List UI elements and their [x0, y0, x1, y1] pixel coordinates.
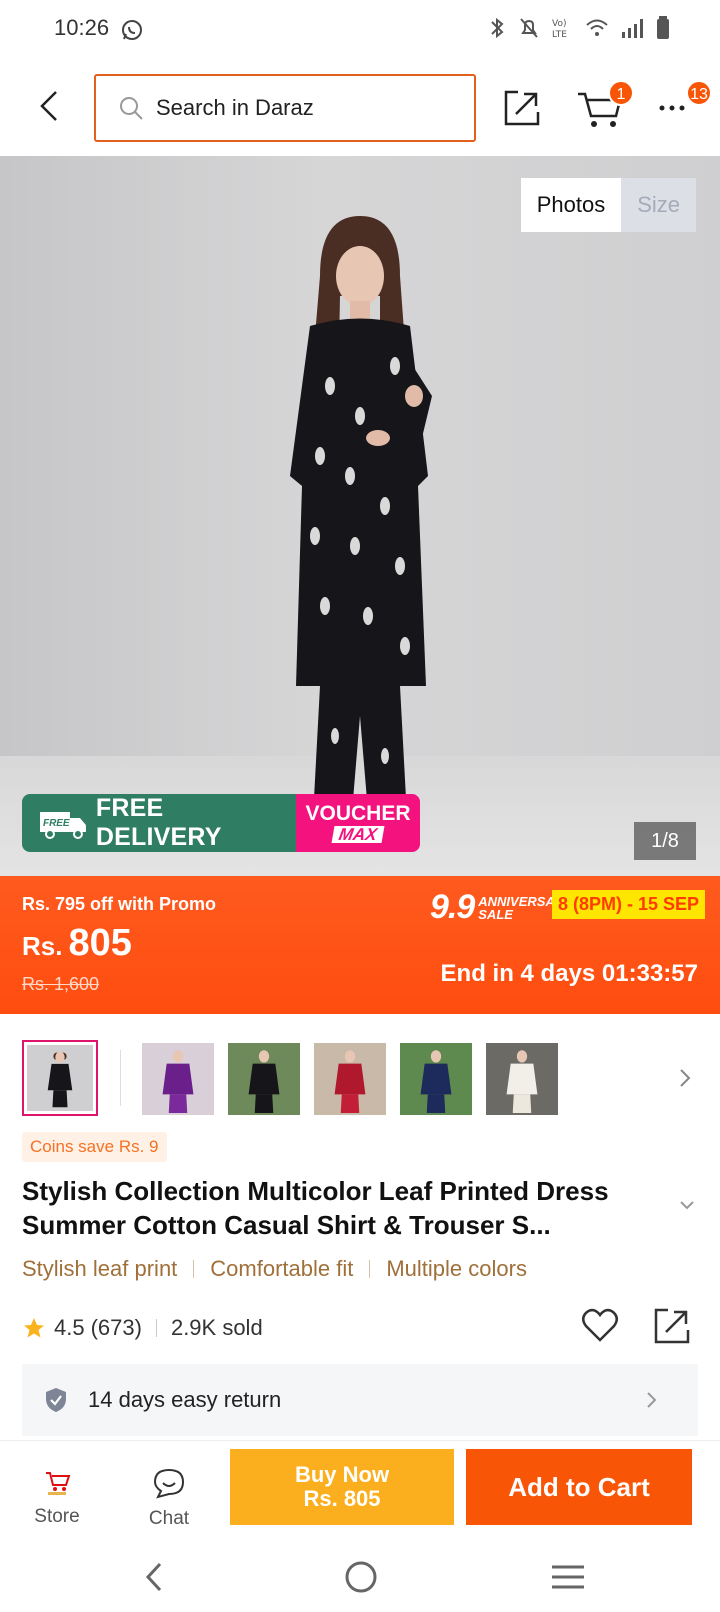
signal-icon	[622, 19, 643, 38]
thumbnail-image	[400, 1043, 472, 1115]
thumbnail-2[interactable]	[142, 1043, 214, 1115]
tab-photos[interactable]: Photos	[520, 178, 622, 232]
svg-text:Vo): Vo)	[552, 19, 566, 29]
chat-button[interactable]: Chat	[134, 1467, 204, 1530]
thumbnail-image	[314, 1043, 386, 1115]
thumbnail-3[interactable]	[228, 1043, 300, 1115]
promo-discount-text: Rs. 795 off with Promo	[22, 894, 217, 914]
promo-price-band: Rs. 795 off with Promo Rs. 805 Rs. 1,600 …	[0, 876, 720, 1014]
thumbnail-divider	[120, 1050, 121, 1106]
share-icon[interactable]	[652, 1306, 692, 1346]
thumbnail-5[interactable]	[400, 1043, 472, 1115]
whatsapp-icon	[122, 20, 142, 40]
rating-value: 4.5	[54, 1315, 85, 1340]
store-label: Store	[34, 1506, 80, 1527]
mute-icon	[520, 18, 538, 38]
product-model-image	[290, 216, 432, 849]
campaign-label: ANNIVERSARY SALE	[478, 893, 573, 922]
nav-recents-icon[interactable]	[550, 1562, 586, 1592]
top-bar: Search in Daraz 1 13	[0, 66, 720, 150]
thumbnail-image	[27, 1045, 93, 1111]
tag-item: Stylish leaf print	[22, 1256, 178, 1281]
bottom-action-bar: Store Chat Buy Now Rs. 805 Add to Cart	[0, 1440, 720, 1540]
free-delivery-text: FREE DELIVERY	[95, 794, 222, 851]
wifi-icon	[586, 19, 608, 36]
buy-now-button[interactable]: Buy Now Rs. 805	[230, 1449, 454, 1525]
voucher-bottom-text: MAX	[331, 825, 385, 844]
chat-icon	[153, 1468, 185, 1499]
battery-icon	[657, 16, 669, 39]
thumbnail-image	[142, 1043, 214, 1115]
search-input[interactable]: Search in Daraz	[94, 74, 476, 142]
free-delivery-banner: FREE FREE DELIVERY VOUCHER MAX	[22, 794, 420, 852]
add-to-cart-button[interactable]: Add to Cart	[466, 1449, 692, 1525]
system-nav-bar	[0, 1540, 720, 1612]
coins-badge: Coins save Rs. 9	[22, 1132, 167, 1162]
price-value: 805	[68, 922, 132, 964]
review-count: (673)	[90, 1315, 142, 1340]
free-badge-text: FREE	[43, 818, 70, 829]
campaign-logo: 9.9 ANNIVERSARY SALE	[430, 888, 573, 927]
nav-back-icon[interactable]	[140, 1560, 168, 1594]
cart-count-badge: 1	[608, 80, 634, 106]
free-delivery-section: FREE FREE DELIVERY	[22, 794, 296, 852]
share-icon[interactable]	[500, 86, 544, 130]
nav-home-icon[interactable]	[344, 1560, 378, 1594]
product-title[interactable]: Stylish Collection Multicolor Leaf Print…	[22, 1174, 672, 1242]
chevron-right-icon[interactable]	[676, 1066, 694, 1090]
rating-divider	[155, 1319, 157, 1337]
search-icon	[120, 97, 143, 120]
sold-count: 2.9K sold	[170, 1315, 263, 1340]
voucher-top-text: VOUCHER	[305, 802, 411, 825]
status-bar: 10:26 Vo) LTE	[0, 0, 720, 60]
image-counter: 1/8	[634, 822, 696, 860]
chat-label: Chat	[148, 1508, 190, 1529]
shield-check-icon	[46, 1388, 66, 1412]
back-arrow-icon[interactable]	[30, 86, 70, 126]
svg-text:LTE: LTE	[552, 30, 567, 40]
product-image-gallery[interactable]: Photos Size FREE FREE DELIVERY VOUCHER M…	[0, 156, 720, 876]
current-price: Rs. 805	[22, 922, 132, 965]
status-icons: Vo) LTE	[486, 16, 670, 40]
tag-item: Comfortable fit	[210, 1256, 354, 1281]
status-time: 10:26	[54, 15, 110, 40]
campaign-dates: 8 (8PM) - 15 SEP	[552, 890, 706, 919]
thumbnail-image	[228, 1043, 300, 1115]
store-logo-icon	[46, 1472, 71, 1495]
buy-now-price: Rs. 805	[303, 1486, 381, 1511]
tag-divider	[369, 1260, 371, 1278]
tab-size[interactable]: Size	[621, 178, 696, 232]
chevron-right-icon	[647, 1392, 657, 1408]
product-tags: Stylish leaf print Comfortable fit Multi…	[22, 1256, 527, 1282]
delivery-truck-icon: FREE	[39, 812, 86, 839]
bluetooth-icon	[491, 17, 504, 39]
thumbnail-6[interactable]	[486, 1043, 558, 1115]
thumbnail-strip	[0, 1040, 720, 1116]
thumbnail-image	[486, 1043, 558, 1115]
store-button[interactable]: Store	[22, 1467, 92, 1528]
star-icon	[24, 1318, 44, 1338]
chevron-down-icon[interactable]	[678, 1198, 696, 1212]
thumbnail-1[interactable]	[22, 1040, 98, 1116]
volte-icon: Vo)LTE	[552, 19, 567, 40]
return-policy-text: 14 days easy return	[88, 1387, 282, 1412]
tag-item: Multiple colors	[386, 1256, 527, 1281]
return-policy-row[interactable]: 14 days easy return	[22, 1364, 698, 1436]
price-currency: Rs.	[22, 931, 63, 961]
voucher-max-badge: VOUCHER MAX	[296, 794, 420, 852]
countdown-timer: End in 4 days 01:33:57	[440, 960, 698, 987]
notification-count-badge: 13	[686, 80, 712, 106]
gallery-tabs: Photos Size	[520, 178, 696, 232]
tag-divider	[193, 1260, 195, 1278]
thumbnail-4[interactable]	[314, 1043, 386, 1115]
original-price: Rs. 1,600	[22, 974, 100, 994]
buy-now-label: Buy Now	[294, 1462, 390, 1487]
campaign-number: 9.9	[430, 888, 475, 926]
search-placeholder: Search in Daraz	[156, 95, 314, 120]
wishlist-heart-icon[interactable]	[580, 1306, 620, 1346]
